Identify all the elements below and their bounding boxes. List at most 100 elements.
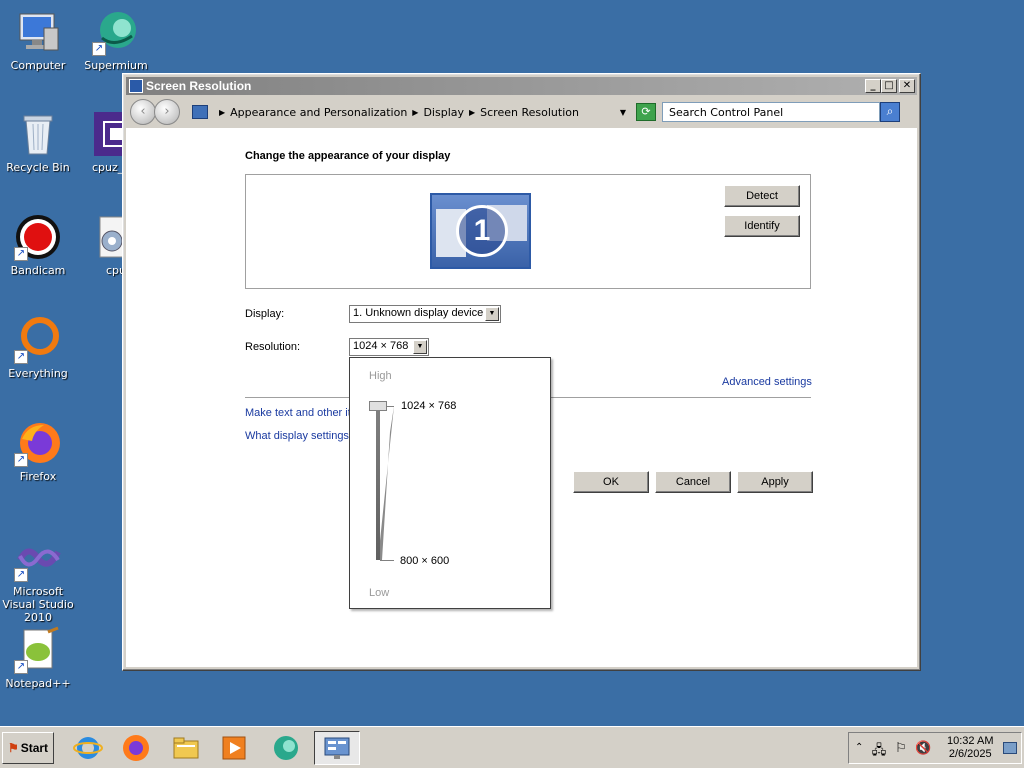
resolution-label: Resolution: xyxy=(245,341,301,353)
shortcut-arrow-icon: ↗ xyxy=(92,42,106,56)
breadcrumb-item[interactable]: Screen Resolution xyxy=(480,106,579,119)
apply-button[interactable]: Apply xyxy=(737,471,813,493)
everything-icon: ↗ xyxy=(14,316,62,364)
clock-date: 2/6/2025 xyxy=(948,748,992,760)
shortcut-arrow-icon: ↗ xyxy=(14,568,28,582)
chevron-up-icon[interactable]: ⌃ xyxy=(855,742,863,753)
start-label: Start xyxy=(20,741,49,755)
chevron-right-icon[interactable]: ▶ xyxy=(469,108,475,117)
supermium-icon: ↗ xyxy=(92,8,140,56)
desktop-icon-everything[interactable]: ↗ Everything xyxy=(0,316,78,380)
start-button[interactable]: ⚑ Start xyxy=(2,732,54,764)
clock-time: 10:32 AM xyxy=(947,735,994,747)
search-icon[interactable]: ⌕ xyxy=(880,102,900,122)
address-bar: ‹ › ▶ Appearance and Personalization ▶ D… xyxy=(126,98,917,126)
show-desktop-icon[interactable] xyxy=(1003,742,1017,754)
desktop-icon-notepad-plus-plus[interactable]: ↗ Notepad++ xyxy=(0,626,78,690)
control-panel-icon xyxy=(192,105,208,119)
desktop-icon-computer[interactable]: Computer xyxy=(0,8,78,72)
taskbar-firefox[interactable] xyxy=(118,731,154,765)
display-settings-help-link[interactable]: What display settings xyxy=(245,430,349,442)
resolution-option-min[interactable]: 800 × 600 xyxy=(400,555,449,567)
volume-muted-icon[interactable]: 🔇 xyxy=(915,741,931,756)
recycle-bin-icon xyxy=(14,110,62,158)
chevron-down-icon[interactable]: ▼ xyxy=(413,340,427,354)
taskbar-supermium[interactable] xyxy=(268,731,304,765)
chevron-right-icon[interactable]: ▶ xyxy=(412,108,418,117)
monitor-icon[interactable]: 1 xyxy=(430,193,531,269)
shortcut-arrow-icon: ↗ xyxy=(14,350,28,364)
desktop-icon-cpuz[interactable]: cpuz_ xyxy=(70,110,122,174)
text-size-link[interactable]: Make text and other it xyxy=(245,407,351,419)
detect-button[interactable]: Detect xyxy=(724,185,800,207)
low-label: Low xyxy=(369,587,390,599)
back-button[interactable]: ‹ xyxy=(130,99,156,125)
chevron-down-icon[interactable]: ▼ xyxy=(485,307,499,321)
control-panel-icon xyxy=(129,79,143,93)
close-button[interactable]: ✕ xyxy=(899,79,915,93)
desktop-icon-label: cpuz_ xyxy=(92,161,122,174)
desktop-icon-label: Microsoft Visual Studio 2010 xyxy=(2,585,74,624)
display-select-value: 1. Unknown display device xyxy=(353,307,484,319)
internet-explorer-icon xyxy=(73,737,103,759)
maximize-button[interactable]: □ xyxy=(881,79,897,93)
network-icon[interactable]: 🖧 xyxy=(871,741,887,758)
clock[interactable]: 10:32 AM 2/6/2025 xyxy=(947,735,993,761)
ok-button[interactable]: OK xyxy=(573,471,649,493)
taskbar-media-player[interactable] xyxy=(216,731,252,765)
cpuz-icon xyxy=(92,110,122,158)
supermium-icon xyxy=(274,736,298,760)
taskbar-control-panel[interactable] xyxy=(314,731,360,765)
computer-icon xyxy=(14,8,62,56)
resolution-select[interactable]: 1024 × 768 ▼ xyxy=(349,338,429,356)
display-preview: 1 Detect Identify xyxy=(245,174,811,289)
resolution-select-value: 1024 × 768 xyxy=(353,340,409,352)
desktop-icon-label: Everything xyxy=(8,367,68,380)
display-select[interactable]: 1. Unknown display device ▼ xyxy=(349,305,501,323)
identify-button[interactable]: Identify xyxy=(724,215,800,237)
window-titlebar[interactable]: Screen Resolution _ □ ✕ xyxy=(126,77,917,95)
slider-tick xyxy=(380,560,394,561)
chevron-right-icon[interactable]: ▶ xyxy=(219,108,225,117)
desktop-icon-visual-studio[interactable]: ↗ Microsoft Visual Studio 2010 xyxy=(0,534,78,624)
desktop-icon-firefox[interactable]: ↗ Firefox xyxy=(0,419,78,483)
minimize-button[interactable]: _ xyxy=(865,79,881,93)
desktop-icon-bandicam[interactable]: ↗ Bandicam xyxy=(0,213,78,277)
resolution-slider-thumb[interactable] xyxy=(369,401,387,411)
desktop-icon-cpu[interactable]: cpu xyxy=(70,213,122,277)
monitor-number: 1 xyxy=(456,205,508,257)
desktop-icon-label: Computer xyxy=(10,59,66,72)
windows-logo-icon: ⚑ xyxy=(7,741,19,755)
desktop-icon-label: cpu xyxy=(106,264,122,277)
media-player-icon xyxy=(222,736,246,760)
action-center-flag-icon[interactable]: ⚐ xyxy=(893,741,909,756)
forward-button[interactable]: › xyxy=(154,99,180,125)
desktop-icon-label: Notepad++ xyxy=(5,677,71,690)
control-panel-icon xyxy=(324,737,350,759)
chevron-down-icon[interactable]: ▼ xyxy=(620,108,626,117)
breadcrumb-item[interactable]: Display xyxy=(423,106,464,119)
advanced-settings-link[interactable]: Advanced settings xyxy=(722,376,812,388)
breadcrumb-item[interactable]: Appearance and Personalization xyxy=(230,106,407,119)
notepad-plus-plus-icon: ↗ xyxy=(14,626,62,674)
window-title: Screen Resolution xyxy=(146,79,252,93)
breadcrumb[interactable]: ▶ Appearance and Personalization ▶ Displ… xyxy=(192,101,632,123)
resolution-option-max[interactable]: 1024 × 768 xyxy=(401,400,456,412)
resolution-slider-track[interactable] xyxy=(376,404,380,560)
refresh-button[interactable]: ⟳ xyxy=(636,103,656,121)
desktop-icon-recycle-bin[interactable]: Recycle Bin xyxy=(0,110,78,174)
bandicam-icon: ↗ xyxy=(14,213,62,261)
resolution-dropdown: High 1024 × 768 800 × 600 Low xyxy=(349,357,551,609)
search-input[interactable]: Search Control Panel xyxy=(662,102,880,122)
taskbar-internet-explorer[interactable] xyxy=(70,731,106,765)
desktop-icon-supermium[interactable]: ↗ Supermium xyxy=(76,8,156,72)
page-title: Change the appearance of your display xyxy=(245,150,451,162)
taskbar: ⚑ Start ⌃ 🖧 ⚐ 🔇 10:32 AM 2/6/2025 xyxy=(0,726,1024,768)
cancel-button[interactable]: Cancel xyxy=(655,471,731,493)
system-tray: ⌃ 🖧 ⚐ 🔇 10:32 AM 2/6/2025 xyxy=(848,732,1022,764)
slider-tick xyxy=(386,406,394,407)
shortcut-arrow-icon: ↗ xyxy=(14,247,28,261)
taskbar-file-explorer[interactable] xyxy=(168,731,204,765)
desktop-icon-label: Firefox xyxy=(19,470,57,483)
firefox-icon: ↗ xyxy=(14,419,62,467)
